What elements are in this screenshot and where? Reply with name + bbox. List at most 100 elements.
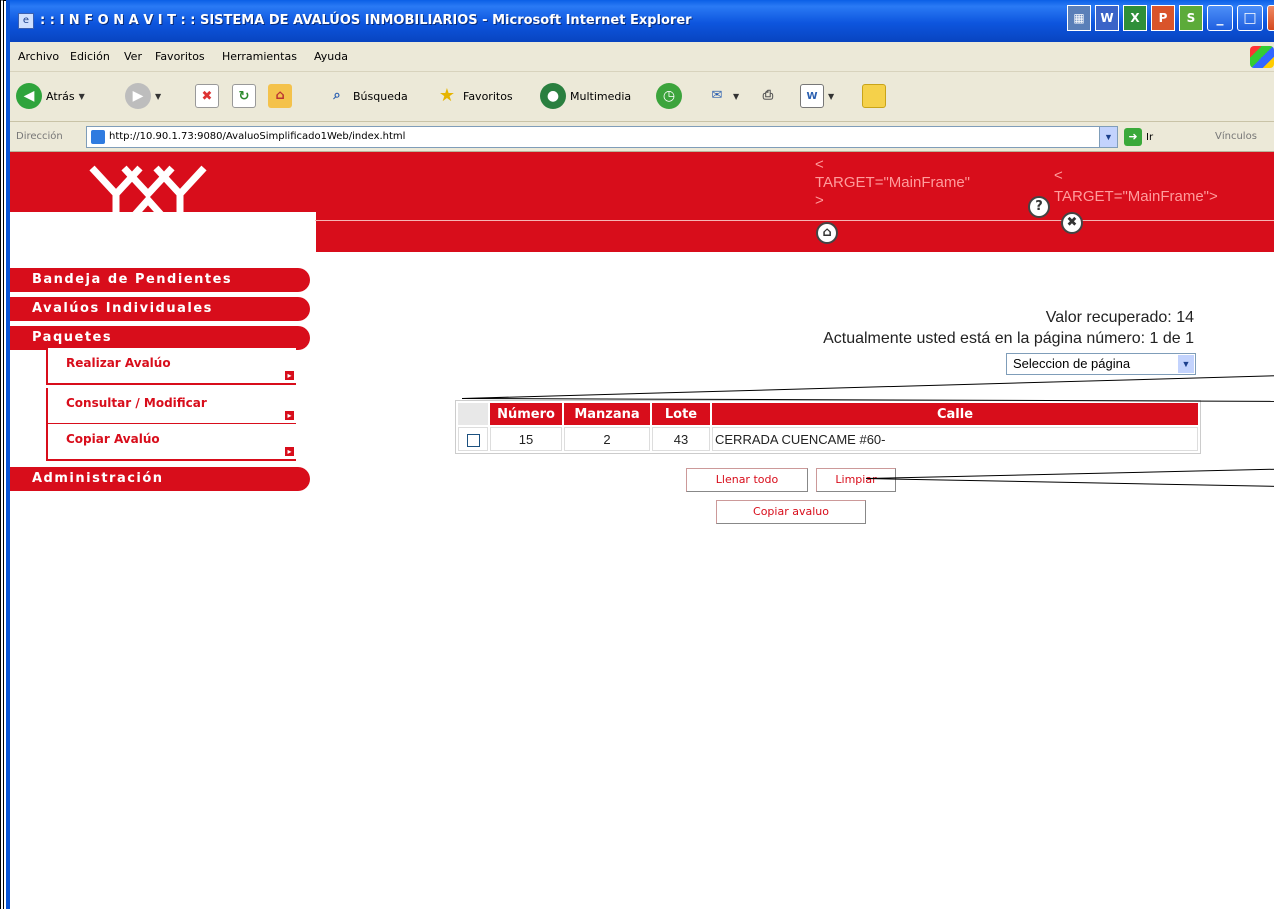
- refresh-icon: ↻: [232, 84, 256, 108]
- column-header-calle: Calle: [712, 403, 1198, 425]
- print-icon: ⎙: [762, 88, 774, 103]
- back-button[interactable]: ◀ Atrás ▼: [16, 81, 85, 111]
- address-label: Dirección: [16, 131, 63, 142]
- notes-button[interactable]: [862, 81, 886, 111]
- home-icon[interactable]: ⌂: [816, 222, 838, 244]
- close-session-icon[interactable]: ✖: [1061, 212, 1083, 234]
- menu-ver[interactable]: Ver: [124, 50, 142, 63]
- mail-button[interactable]: ✉ ▼: [705, 81, 740, 111]
- arrow-right-icon: ▸: [285, 447, 294, 456]
- cell-manzana: 2: [564, 427, 650, 451]
- page-select[interactable]: Seleccion de página ▼: [1006, 353, 1196, 375]
- media-icon: ●: [540, 83, 566, 109]
- address-input[interactable]: http://10.90.1.73:9080/AvaluoSimplificad…: [86, 126, 1118, 148]
- llenar-todo-button[interactable]: Llenar todo: [686, 468, 808, 492]
- office-icon[interactable]: S: [1179, 5, 1203, 31]
- callout-line: [865, 478, 1274, 487]
- target-text-1b: TARGET="MainFrame": [815, 174, 970, 191]
- chevron-down-icon[interactable]: ▼: [1099, 127, 1117, 147]
- menu-favoritos[interactable]: Favoritos: [155, 50, 205, 63]
- home-icon: ⌂: [268, 84, 292, 108]
- row-select-cell: [458, 427, 488, 451]
- powerpoint-icon[interactable]: P: [1151, 5, 1175, 31]
- row-checkbox[interactable]: [466, 433, 480, 447]
- page-indicator: Actualmente usted está en la página núme…: [823, 330, 1194, 347]
- address-url: http://10.90.1.73:9080/AvaluoSimplificad…: [109, 131, 406, 142]
- column-header-numero: Número: [490, 403, 562, 425]
- target-text-2b: TARGET="MainFrame">: [1054, 188, 1218, 205]
- go-button[interactable]: ➜ Ir: [1124, 128, 1153, 146]
- title-bar-icons: ▦ W X P S _ □ X: [1067, 5, 1274, 33]
- search-icon: ⌕: [333, 88, 341, 103]
- sidebar-subitem-realizar[interactable]: Realizar Avalúo ▸: [46, 348, 296, 385]
- forward-button[interactable]: ▶ ▼: [125, 81, 161, 111]
- stop-icon: ✖: [195, 84, 219, 108]
- sidebar-subitem-label: Realizar Avalúo: [66, 356, 171, 370]
- window-title: : : I N F O N A V I T : : SISTEMA DE AVA…: [40, 13, 692, 28]
- select-column-header: [458, 403, 488, 425]
- go-label: Ir: [1146, 131, 1154, 143]
- search-button[interactable]: ⌕ Búsqueda: [325, 81, 407, 111]
- word-edit-icon: W: [800, 84, 824, 108]
- title-bar: e : : I N F O N A V I T : : SISTEMA DE A…: [10, 0, 1274, 42]
- logo-text: INFONAVIT: [93, 216, 165, 229]
- excel-icon[interactable]: X: [1123, 5, 1147, 31]
- sidebar-item-bandeja[interactable]: Bandeja de Pendientes: [10, 268, 310, 292]
- media-button[interactable]: ● Multimedia: [540, 81, 631, 111]
- minimize-button[interactable]: _: [1207, 5, 1233, 31]
- go-arrow-icon: ➜: [1124, 128, 1142, 146]
- page-icon: [91, 130, 105, 144]
- address-bar: Dirección http://10.90.1.73:9080/AvaluoS…: [10, 122, 1274, 152]
- sidebar-subitem-copiar[interactable]: Copiar Avalúo ▸: [46, 424, 296, 461]
- history-icon: ◷: [656, 83, 682, 109]
- word-icon[interactable]: W: [1095, 5, 1119, 31]
- menu-ayuda[interactable]: Ayuda: [314, 50, 348, 63]
- page-select-value: Seleccion de página: [1013, 356, 1131, 371]
- app-tray-icon[interactable]: ▦: [1067, 5, 1091, 31]
- toolbar: ◀ Atrás ▼ ▶ ▼ ✖ ↻ ⌂ ⌕ Búsqueda ★ Favorit…: [10, 72, 1274, 122]
- maximize-button[interactable]: □: [1237, 5, 1263, 31]
- history-button[interactable]: ◷: [656, 81, 682, 111]
- mail-icon: ✉: [711, 88, 723, 103]
- star-icon: ★: [438, 85, 456, 106]
- links-label[interactable]: Vínculos: [1215, 131, 1257, 142]
- sidebar-subitem-consultar[interactable]: Consultar / Modificar ▸: [46, 388, 296, 425]
- menu-edicion[interactable]: Edición: [70, 50, 110, 63]
- ie-page-icon: e: [18, 13, 34, 29]
- menu-bar: Archivo Edición Ver Favoritos Herramient…: [10, 42, 1274, 72]
- valor-recuperado: Valor recuperado: 14: [1045, 309, 1194, 326]
- site-header: INFONAVIT < TARGET="MainFrame" > < TARGE…: [10, 152, 1274, 252]
- callout-line: [462, 375, 1274, 399]
- arrow-right-icon: ▸: [285, 411, 294, 420]
- table-header-row: Número Manzana Lote Calle: [458, 403, 1198, 425]
- notes-icon: [862, 84, 886, 108]
- menu-herramientas[interactable]: Herramientas: [222, 50, 297, 63]
- sidebar-item-paquetes[interactable]: Paquetes: [10, 326, 310, 350]
- close-button[interactable]: X: [1267, 5, 1274, 31]
- sidebar-item-administracion[interactable]: Administración: [10, 467, 310, 491]
- menu-archivo[interactable]: Archivo: [18, 50, 59, 63]
- home-button[interactable]: ⌂: [268, 81, 292, 111]
- stop-button[interactable]: ✖: [195, 81, 219, 111]
- dropdown-arrow-icon: ▼: [733, 91, 740, 101]
- target-text-1c: >: [815, 192, 824, 209]
- target-text-2a: <: [1054, 167, 1063, 184]
- sidebar-subitem-label: Consultar / Modificar: [66, 396, 207, 410]
- dropdown-arrow-icon: ▼: [78, 91, 85, 101]
- windows-logo-icon: [1250, 46, 1274, 68]
- print-button[interactable]: ⎙: [756, 81, 780, 111]
- copiar-avaluo-button[interactable]: Copiar avaluo: [716, 500, 866, 524]
- column-header-lote: Lote: [652, 403, 710, 425]
- sidebar-item-avaluos-individuales[interactable]: Avalúos Individuales: [10, 297, 310, 321]
- callout-line: [866, 468, 1274, 479]
- media-label: Multimedia: [570, 89, 632, 103]
- help-icon[interactable]: ?: [1028, 196, 1050, 218]
- refresh-button[interactable]: ↻: [232, 81, 256, 111]
- header-divider: [315, 220, 1274, 221]
- limpiar-button[interactable]: Limpiar: [816, 468, 896, 492]
- favorites-label: Favoritos: [463, 89, 513, 103]
- edit-button[interactable]: W ▼: [800, 81, 834, 111]
- back-arrow-icon: ◀: [16, 83, 42, 109]
- favorites-button[interactable]: ★ Favoritos: [435, 81, 513, 111]
- dropdown-arrow-icon: ▼: [828, 91, 835, 101]
